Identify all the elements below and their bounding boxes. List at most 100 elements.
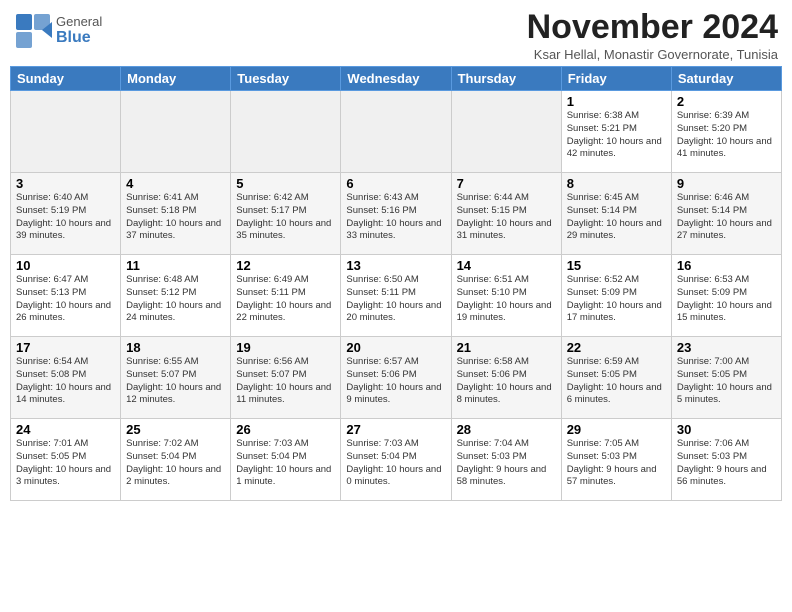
day-number: 21 (457, 340, 556, 355)
day-cell-30: 30Sunrise: 7:06 AM Sunset: 5:03 PM Dayli… (671, 419, 781, 501)
day-number: 5 (236, 176, 335, 191)
day-number: 3 (16, 176, 115, 191)
day-cell-28: 28Sunrise: 7:04 AM Sunset: 5:03 PM Dayli… (451, 419, 561, 501)
day-header-saturday: Saturday (671, 67, 781, 91)
day-number: 4 (126, 176, 225, 191)
title-section: November 2024 Ksar Hellal, Monastir Gove… (527, 8, 778, 62)
general-blue-icon (14, 12, 52, 50)
day-info: Sunrise: 6:40 AM Sunset: 5:19 PM Dayligh… (16, 192, 115, 243)
day-info: Sunrise: 6:54 AM Sunset: 5:08 PM Dayligh… (16, 356, 115, 407)
day-number: 19 (236, 340, 335, 355)
location-title: Ksar Hellal, Monastir Governorate, Tunis… (527, 47, 778, 62)
day-number: 18 (126, 340, 225, 355)
day-info: Sunrise: 6:44 AM Sunset: 5:15 PM Dayligh… (457, 192, 556, 243)
day-number: 29 (567, 422, 666, 437)
day-cell-13: 13Sunrise: 6:50 AM Sunset: 5:11 PM Dayli… (341, 255, 451, 337)
empty-cell (341, 91, 451, 173)
day-info: Sunrise: 6:58 AM Sunset: 5:06 PM Dayligh… (457, 356, 556, 407)
day-info: Sunrise: 7:00 AM Sunset: 5:05 PM Dayligh… (677, 356, 776, 407)
day-info: Sunrise: 7:05 AM Sunset: 5:03 PM Dayligh… (567, 438, 666, 489)
day-info: Sunrise: 7:06 AM Sunset: 5:03 PM Dayligh… (677, 438, 776, 489)
day-info: Sunrise: 6:43 AM Sunset: 5:16 PM Dayligh… (346, 192, 445, 243)
day-info: Sunrise: 6:39 AM Sunset: 5:20 PM Dayligh… (677, 110, 776, 161)
month-title: November 2024 (527, 8, 778, 47)
day-number: 26 (236, 422, 335, 437)
day-info: Sunrise: 6:50 AM Sunset: 5:11 PM Dayligh… (346, 274, 445, 325)
day-number: 15 (567, 258, 666, 273)
empty-cell (231, 91, 341, 173)
day-cell-26: 26Sunrise: 7:03 AM Sunset: 5:04 PM Dayli… (231, 419, 341, 501)
logo-general-text: General (56, 15, 102, 29)
day-number: 20 (346, 340, 445, 355)
day-cell-14: 14Sunrise: 6:51 AM Sunset: 5:10 PM Dayli… (451, 255, 561, 337)
day-cell-2: 2Sunrise: 6:39 AM Sunset: 5:20 PM Daylig… (671, 91, 781, 173)
empty-cell (11, 91, 121, 173)
day-number: 16 (677, 258, 776, 273)
day-info: Sunrise: 6:57 AM Sunset: 5:06 PM Dayligh… (346, 356, 445, 407)
day-cell-22: 22Sunrise: 6:59 AM Sunset: 5:05 PM Dayli… (561, 337, 671, 419)
calendar-table: SundayMondayTuesdayWednesdayThursdayFrid… (10, 66, 782, 501)
day-info: Sunrise: 6:53 AM Sunset: 5:09 PM Dayligh… (677, 274, 776, 325)
day-cell-10: 10Sunrise: 6:47 AM Sunset: 5:13 PM Dayli… (11, 255, 121, 337)
day-number: 12 (236, 258, 335, 273)
day-info: Sunrise: 7:03 AM Sunset: 5:04 PM Dayligh… (236, 438, 335, 489)
day-info: Sunrise: 6:49 AM Sunset: 5:11 PM Dayligh… (236, 274, 335, 325)
day-number: 11 (126, 258, 225, 273)
day-info: Sunrise: 7:01 AM Sunset: 5:05 PM Dayligh… (16, 438, 115, 489)
day-info: Sunrise: 6:56 AM Sunset: 5:07 PM Dayligh… (236, 356, 335, 407)
day-number: 14 (457, 258, 556, 273)
day-info: Sunrise: 7:03 AM Sunset: 5:04 PM Dayligh… (346, 438, 445, 489)
day-header-friday: Friday (561, 67, 671, 91)
day-header-thursday: Thursday (451, 67, 561, 91)
day-number: 9 (677, 176, 776, 191)
day-header-wednesday: Wednesday (341, 67, 451, 91)
day-info: Sunrise: 6:52 AM Sunset: 5:09 PM Dayligh… (567, 274, 666, 325)
day-cell-8: 8Sunrise: 6:45 AM Sunset: 5:14 PM Daylig… (561, 173, 671, 255)
day-number: 6 (346, 176, 445, 191)
day-info: Sunrise: 6:38 AM Sunset: 5:21 PM Dayligh… (567, 110, 666, 161)
day-cell-25: 25Sunrise: 7:02 AM Sunset: 5:04 PM Dayli… (121, 419, 231, 501)
day-cell-24: 24Sunrise: 7:01 AM Sunset: 5:05 PM Dayli… (11, 419, 121, 501)
day-number: 23 (677, 340, 776, 355)
day-info: Sunrise: 6:59 AM Sunset: 5:05 PM Dayligh… (567, 356, 666, 407)
day-info: Sunrise: 6:45 AM Sunset: 5:14 PM Dayligh… (567, 192, 666, 243)
day-number: 28 (457, 422, 556, 437)
day-info: Sunrise: 7:02 AM Sunset: 5:04 PM Dayligh… (126, 438, 225, 489)
day-header-tuesday: Tuesday (231, 67, 341, 91)
day-info: Sunrise: 6:55 AM Sunset: 5:07 PM Dayligh… (126, 356, 225, 407)
day-header-sunday: Sunday (11, 67, 121, 91)
day-number: 30 (677, 422, 776, 437)
empty-cell (451, 91, 561, 173)
day-number: 25 (126, 422, 225, 437)
logo-blue-text: Blue (56, 29, 102, 47)
day-info: Sunrise: 6:42 AM Sunset: 5:17 PM Dayligh… (236, 192, 335, 243)
day-number: 24 (16, 422, 115, 437)
day-cell-6: 6Sunrise: 6:43 AM Sunset: 5:16 PM Daylig… (341, 173, 451, 255)
day-number: 22 (567, 340, 666, 355)
day-number: 8 (567, 176, 666, 191)
day-number: 2 (677, 94, 776, 109)
day-cell-23: 23Sunrise: 7:00 AM Sunset: 5:05 PM Dayli… (671, 337, 781, 419)
day-cell-27: 27Sunrise: 7:03 AM Sunset: 5:04 PM Dayli… (341, 419, 451, 501)
day-info: Sunrise: 7:04 AM Sunset: 5:03 PM Dayligh… (457, 438, 556, 489)
day-cell-7: 7Sunrise: 6:44 AM Sunset: 5:15 PM Daylig… (451, 173, 561, 255)
day-info: Sunrise: 6:51 AM Sunset: 5:10 PM Dayligh… (457, 274, 556, 325)
day-number: 1 (567, 94, 666, 109)
day-header-monday: Monday (121, 67, 231, 91)
day-cell-3: 3Sunrise: 6:40 AM Sunset: 5:19 PM Daylig… (11, 173, 121, 255)
day-cell-18: 18Sunrise: 6:55 AM Sunset: 5:07 PM Dayli… (121, 337, 231, 419)
day-cell-17: 17Sunrise: 6:54 AM Sunset: 5:08 PM Dayli… (11, 337, 121, 419)
day-cell-4: 4Sunrise: 6:41 AM Sunset: 5:18 PM Daylig… (121, 173, 231, 255)
day-cell-15: 15Sunrise: 6:52 AM Sunset: 5:09 PM Dayli… (561, 255, 671, 337)
day-info: Sunrise: 6:48 AM Sunset: 5:12 PM Dayligh… (126, 274, 225, 325)
day-cell-1: 1Sunrise: 6:38 AM Sunset: 5:21 PM Daylig… (561, 91, 671, 173)
day-number: 7 (457, 176, 556, 191)
day-cell-16: 16Sunrise: 6:53 AM Sunset: 5:09 PM Dayli… (671, 255, 781, 337)
day-cell-11: 11Sunrise: 6:48 AM Sunset: 5:12 PM Dayli… (121, 255, 231, 337)
day-cell-19: 19Sunrise: 6:56 AM Sunset: 5:07 PM Dayli… (231, 337, 341, 419)
day-info: Sunrise: 6:41 AM Sunset: 5:18 PM Dayligh… (126, 192, 225, 243)
day-cell-12: 12Sunrise: 6:49 AM Sunset: 5:11 PM Dayli… (231, 255, 341, 337)
day-cell-5: 5Sunrise: 6:42 AM Sunset: 5:17 PM Daylig… (231, 173, 341, 255)
logo: General Blue (14, 12, 102, 50)
day-cell-29: 29Sunrise: 7:05 AM Sunset: 5:03 PM Dayli… (561, 419, 671, 501)
